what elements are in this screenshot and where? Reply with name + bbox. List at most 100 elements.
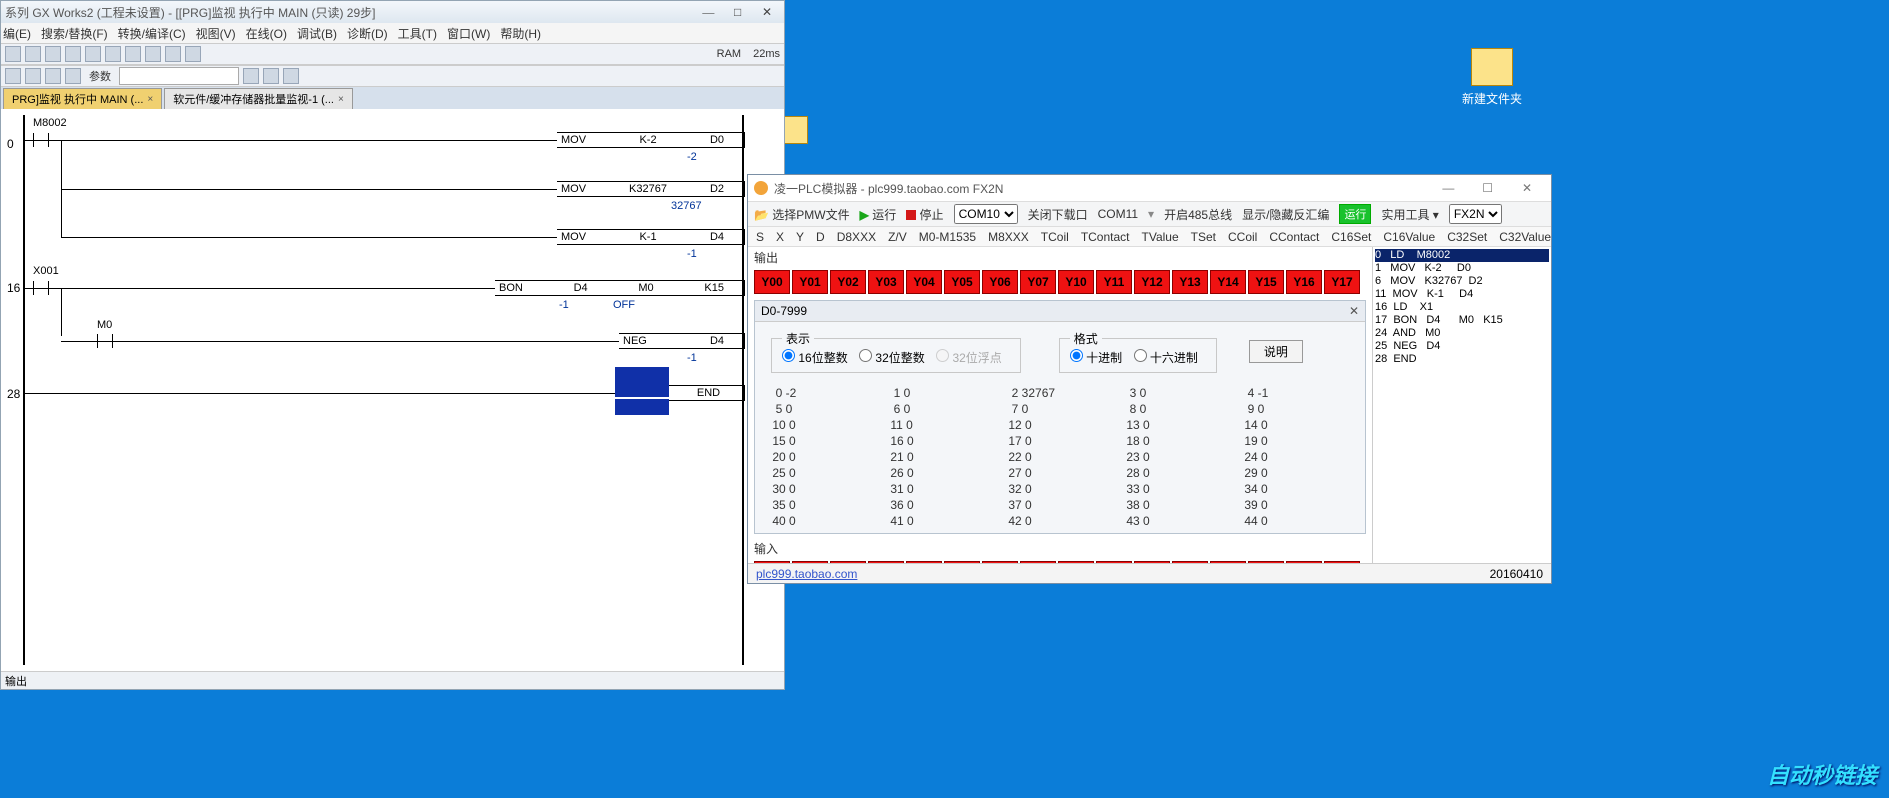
d-register-cell[interactable]: 11 0 <box>883 417 1001 433</box>
desktop-folder-2[interactable] <box>782 116 808 144</box>
maximize-button[interactable]: □ <box>725 5 751 20</box>
d-register-cell[interactable]: 41 0 <box>883 513 1001 529</box>
d-register-cell[interactable]: 23 0 <box>1119 449 1237 465</box>
d-register-cell[interactable]: 21 0 <box>883 449 1001 465</box>
d-register-cell[interactable]: 37 0 <box>1001 497 1119 513</box>
y-output-button[interactable]: Y11 <box>1096 270 1132 294</box>
d-register-cell[interactable]: 1 0 <box>883 385 1001 401</box>
menu-item[interactable]: 窗口(W) <box>447 25 490 42</box>
sim-tab[interactable]: TSet <box>1191 230 1216 244</box>
d-register-cell[interactable]: 33 0 <box>1119 481 1237 497</box>
d-register-cell[interactable]: 32 0 <box>1001 481 1119 497</box>
menu-item[interactable]: 调试(B) <box>297 25 337 42</box>
gxworks-titlebar[interactable]: 系列 GX Works2 (工程未设置) - [[PRG]监视 执行中 MAIN… <box>1 1 784 23</box>
opt-decimal[interactable]: 十进制 <box>1070 351 1122 365</box>
y-output-button[interactable]: Y16 <box>1286 270 1322 294</box>
sim-tab[interactable]: CContact <box>1269 230 1319 244</box>
close-button[interactable]: ✕ <box>754 5 780 20</box>
asm-line[interactable]: 6 MOV K32767 D2 <box>1375 275 1549 288</box>
opt-hex[interactable]: 十六进制 <box>1134 351 1198 365</box>
d-register-cell[interactable]: 18 0 <box>1119 433 1237 449</box>
sim-tab[interactable]: D <box>816 230 825 244</box>
asm-line[interactable]: 11 MOV K-1 D4 <box>1375 288 1549 301</box>
sim-tab[interactable]: C32Set <box>1447 230 1487 244</box>
neg-instruction[interactable]: NEG D4 <box>619 333 745 349</box>
com-port-select[interactable]: COM10 <box>954 204 1018 224</box>
toolbar-icon[interactable] <box>185 46 201 62</box>
d-register-cell[interactable]: 28 0 <box>1119 465 1237 481</box>
d-register-cell[interactable]: 16 0 <box>883 433 1001 449</box>
opt-32bit[interactable]: 32位整数 <box>859 351 925 365</box>
d-register-cell[interactable]: 26 0 <box>883 465 1001 481</box>
d-register-cell[interactable]: 13 0 <box>1119 417 1237 433</box>
toolbar-icon[interactable] <box>145 46 161 62</box>
menu-item[interactable]: 搜索/替换(F) <box>41 25 108 42</box>
d-register-cell[interactable]: 30 0 <box>765 481 883 497</box>
toolbar-icon[interactable] <box>25 46 41 62</box>
menu-item[interactable]: 编(E) <box>3 25 31 42</box>
toolbar-icon[interactable] <box>85 46 101 62</box>
disassembly-list[interactable]: 0 LD M8002 1 MOV K-2 D06 MOV K32767 D211… <box>1373 247 1551 563</box>
d-register-cell[interactable]: 19 0 <box>1237 433 1355 449</box>
menu-item[interactable]: 帮助(H) <box>500 25 541 42</box>
d-register-cell[interactable]: 4 -1 <box>1237 385 1355 401</box>
asm-line[interactable]: 0 LD M8002 <box>1375 249 1549 262</box>
d-register-cell[interactable]: 10 0 <box>765 417 883 433</box>
toolbar-icon[interactable] <box>283 68 299 84</box>
menu-item[interactable]: 工具(T) <box>398 25 437 42</box>
d-register-cell[interactable]: 25 0 <box>765 465 883 481</box>
run-button[interactable]: ▶ 运行 <box>860 206 897 223</box>
sim-tab[interactable]: S <box>756 230 764 244</box>
sim-tab[interactable]: TCoil <box>1041 230 1069 244</box>
tools-menu[interactable]: 实用工具 ▾ <box>1381 206 1438 223</box>
tab-close-icon[interactable]: × <box>147 94 153 105</box>
toolbar-icon[interactable] <box>25 68 41 84</box>
toolbar-icon[interactable] <box>165 46 181 62</box>
d-register-cell[interactable]: 27 0 <box>1001 465 1119 481</box>
menu-item[interactable]: 诊断(D) <box>347 25 388 42</box>
simulator-titlebar[interactable]: 凌一PLC模拟器 - plc999.taobao.com FX2N — ☐ ✕ <box>748 175 1551 201</box>
sim-tab[interactable]: M8XXX <box>988 230 1029 244</box>
toolbar-icon[interactable] <box>65 46 81 62</box>
toolbar-icon[interactable] <box>5 68 21 84</box>
asm-line[interactable]: 28 END <box>1375 353 1549 366</box>
d-register-cell[interactable]: 14 0 <box>1237 417 1355 433</box>
asm-line[interactable]: 1 MOV K-2 D0 <box>1375 262 1549 275</box>
y-output-button[interactable]: Y06 <box>982 270 1018 294</box>
d-register-cell[interactable]: 2 32767 <box>1001 385 1119 401</box>
y-output-button[interactable]: Y05 <box>944 270 980 294</box>
d-register-cell[interactable]: 39 0 <box>1237 497 1355 513</box>
d-register-grid[interactable]: 0 -2 1 0 2 32767 3 0 4 -1 5 0 6 0 7 0 8 … <box>755 381 1365 533</box>
d-register-cell[interactable]: 0 -2 <box>765 385 883 401</box>
opt-float[interactable]: 32位浮点 <box>936 351 1002 365</box>
d-register-cell[interactable]: 42 0 <box>1001 513 1119 529</box>
d-register-cell[interactable]: 40 0 <box>765 513 883 529</box>
d-register-cell[interactable]: 34 0 <box>1237 481 1355 497</box>
desktop-folder[interactable]: 新建文件夹 <box>1462 48 1522 107</box>
toolbar-icon[interactable] <box>65 68 81 84</box>
sim-tab[interactable]: Y <box>796 230 804 244</box>
d-register-cell[interactable]: 9 0 <box>1237 401 1355 417</box>
y-output-button[interactable]: Y03 <box>868 270 904 294</box>
mov-instruction[interactable]: MOV K32767 D2 <box>557 181 745 197</box>
sim-tab[interactable]: C16Value <box>1383 230 1435 244</box>
d-register-cell[interactable]: 7 0 <box>1001 401 1119 417</box>
toolbar-icon[interactable] <box>45 68 61 84</box>
open-pmw-button[interactable]: 📂 选择PMW文件 <box>754 206 850 223</box>
d-register-cell[interactable]: 22 0 <box>1001 449 1119 465</box>
d-register-cell[interactable]: 3 0 <box>1119 385 1237 401</box>
sim-tab[interactable]: X <box>776 230 784 244</box>
sim-tab[interactable]: TValue <box>1142 230 1179 244</box>
d-register-cell[interactable]: 17 0 <box>1001 433 1119 449</box>
asm-line[interactable]: 24 AND M0 <box>1375 327 1549 340</box>
sim-tab[interactable]: D8XXX <box>837 230 876 244</box>
asm-line[interactable]: 17 BON D4 M0 K15 <box>1375 314 1549 327</box>
y-output-button[interactable]: Y12 <box>1134 270 1170 294</box>
d-register-cell[interactable]: 8 0 <box>1119 401 1237 417</box>
minimize-button[interactable]: — <box>1430 181 1466 195</box>
panel-close-icon[interactable]: ✕ <box>1349 304 1359 318</box>
stop-button[interactable]: 停止 <box>906 206 943 223</box>
d-register-cell[interactable]: 35 0 <box>765 497 883 513</box>
d-register-cell[interactable]: 36 0 <box>883 497 1001 513</box>
y-output-button[interactable]: Y04 <box>906 270 942 294</box>
